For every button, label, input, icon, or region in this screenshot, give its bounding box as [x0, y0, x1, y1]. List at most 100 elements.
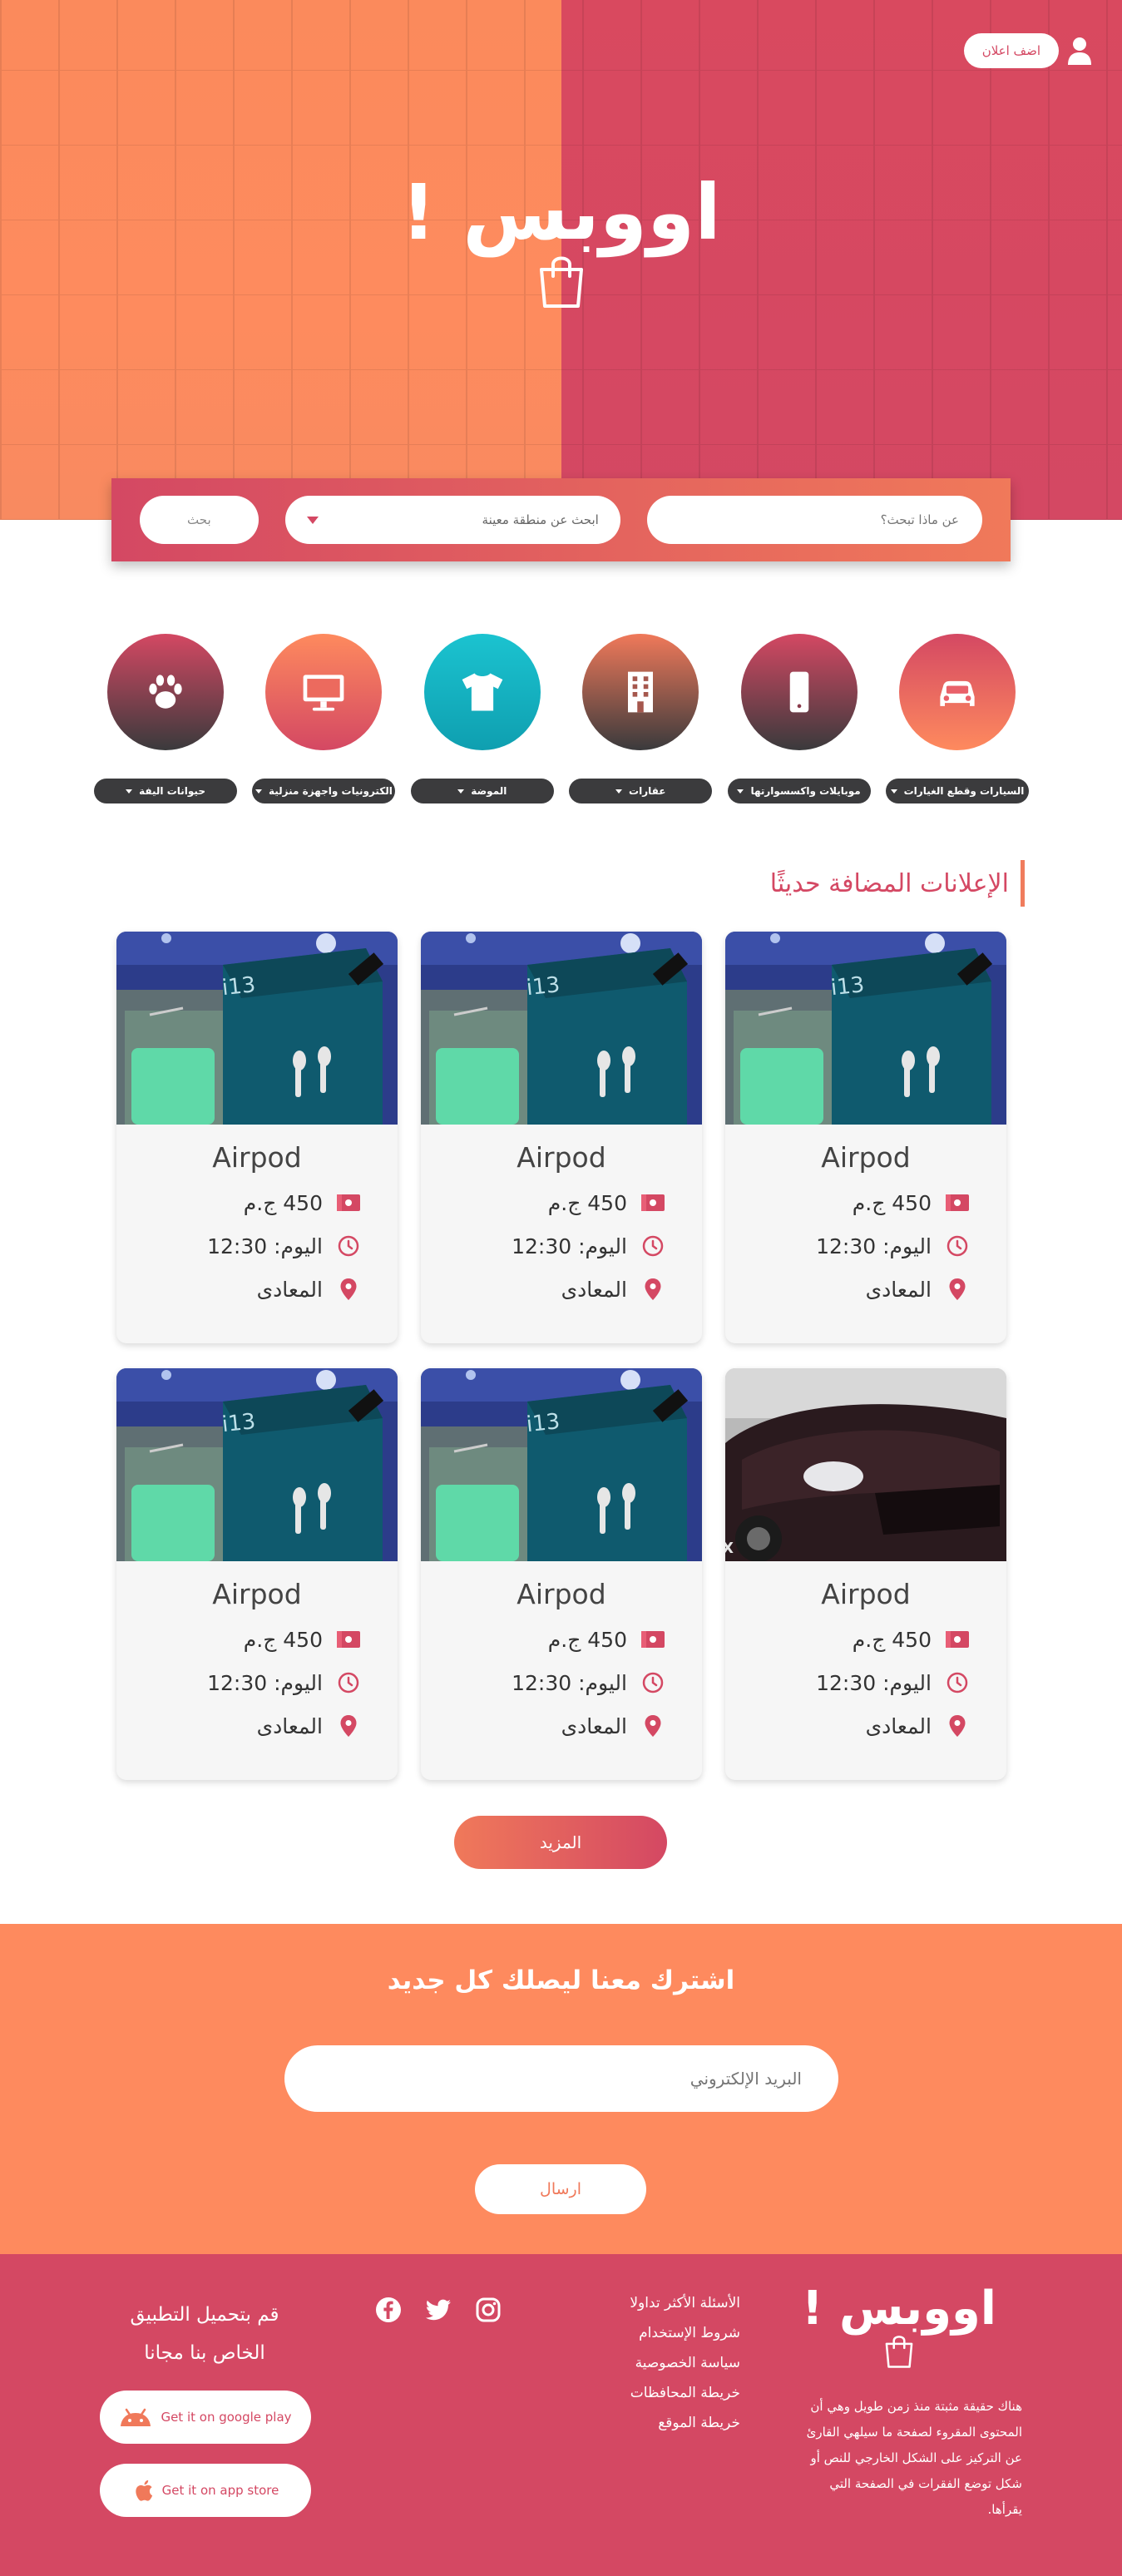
ad-image[interactable]: i13 [725, 932, 1006, 1125]
facebook-icon[interactable] [374, 2296, 403, 2324]
ad-image[interactable]: i13 [421, 932, 702, 1125]
ad-title: Airpod [212, 1141, 302, 1174]
category-pill[interactable]: السيارات وقطع الغيارات [886, 779, 1029, 803]
svg-text:i13: i13 [526, 1409, 561, 1437]
android-icon [121, 2408, 151, 2426]
chevron-down-icon [306, 516, 319, 524]
svg-text:i13: i13 [221, 972, 257, 1001]
paw-icon [149, 675, 182, 709]
add-ad-button[interactable]: اضف اعلان [963, 33, 1059, 68]
category-pill[interactable]: عقارات [569, 779, 713, 803]
clock-icon [945, 1234, 970, 1258]
category-fashion[interactable]: الموضة [410, 634, 554, 803]
money-icon [640, 1190, 665, 1215]
app-store-button[interactable]: Get it on app store [100, 2464, 311, 2517]
region-select[interactable]: ابحث عن منطقة معينة [284, 496, 620, 544]
building-icon [628, 671, 654, 713]
location-pin-icon [945, 1713, 970, 1738]
category-pets[interactable]: حيوانات اليفة [94, 634, 238, 803]
ad-price-row: 450 ج.م [421, 1625, 702, 1654]
ad-price-row: 450 ج.م [725, 1625, 1006, 1654]
ad-time: اليوم: 12:30 [816, 1234, 932, 1258]
category-circle[interactable] [265, 634, 383, 750]
newsletter-section: اشترك معنا ليصلك كل جديد ارسال [0, 1924, 1122, 2254]
ad-price: 450 ج.م [852, 1190, 932, 1215]
ad-location: المعادى [256, 1713, 323, 1738]
ad-card[interactable]: i13 Airpod 450 ج.م اليوم: 12:30 المعادى [421, 1368, 702, 1780]
ad-card[interactable]: i13 Airpod 450 ج.م اليوم: 12:30 المعادى [116, 932, 398, 1343]
category-label: السيارات وقطع الغيارات [903, 785, 1025, 797]
category-circle[interactable] [582, 634, 699, 750]
money-icon [336, 1627, 361, 1652]
more-button[interactable]: المزيد [454, 1816, 667, 1869]
ad-card[interactable]: i13 Airpod 450 ج.م اليوم: 12:30 المعادى [116, 1368, 398, 1780]
footer-logo[interactable]: اووبس ! [799, 2286, 999, 2369]
ad-location-row: المعادى [725, 1712, 1006, 1740]
ad-time: اليوم: 12:30 [207, 1670, 323, 1695]
email-field[interactable] [284, 2045, 838, 2112]
footer-link-privacy[interactable]: سياسة الخصوصية [630, 2352, 740, 2374]
category-pill[interactable]: موبايلات واكسسوارتها [727, 779, 871, 803]
svg-text:i13: i13 [830, 972, 866, 1001]
ad-time-row: اليوم: 12:30 [116, 1232, 398, 1260]
location-pin-icon [945, 1277, 970, 1302]
ad-price: 450 ج.م [243, 1627, 323, 1652]
search-input[interactable] [646, 496, 982, 544]
footer-link-governorates-map[interactable]: خريطة المحافظات [630, 2382, 740, 2404]
instagram-icon[interactable] [474, 2296, 502, 2324]
shopping-bag-icon [885, 2336, 913, 2368]
tshirt-icon [462, 673, 503, 711]
category-pill[interactable]: الموضة [410, 779, 554, 803]
footer-link-terms[interactable]: شروط الإستخدام [630, 2322, 740, 2344]
chevron-down-icon [255, 789, 262, 794]
ad-price: 450 ج.م [852, 1627, 932, 1652]
footer-about: هناك حقيقة مثبتة منذ زمن طويل وهي أن الم… [806, 2399, 1022, 2517]
category-pill[interactable]: حيوانات اليفة [94, 779, 238, 803]
search-button[interactable]: بحث [140, 496, 259, 544]
ad-location-row: المعادى [116, 1275, 398, 1303]
footer-link-faq[interactable]: الأسئلة الأكثر تداولا [630, 2292, 740, 2314]
footer-link-sitemap[interactable]: خريطة الموقع [630, 2412, 740, 2434]
user-icon[interactable] [1067, 37, 1092, 65]
newsletter-submit-button[interactable]: ارسال [475, 2164, 646, 2214]
ad-image[interactable]: i13 [116, 1368, 398, 1561]
category-circle[interactable] [423, 634, 541, 750]
category-circle[interactable] [107, 634, 225, 750]
ad-card[interactable]: OLX Airpod 450 ج.م اليوم: 12:30 المعادى [725, 1368, 1006, 1780]
twitter-icon[interactable] [424, 2296, 452, 2324]
app-download-text: قم بتحميل التطبيق الخاص بنا مجانا [96, 2296, 313, 2372]
ad-price: 450 ج.م [547, 1190, 627, 1215]
ad-card[interactable]: i13 Airpod 450 ج.م اليوم: 12:30 المعادى [421, 932, 702, 1343]
ad-image[interactable]: i13 [421, 1368, 702, 1561]
ad-location: المعادى [256, 1277, 323, 1302]
ad-price-row: 450 ج.م [116, 1189, 398, 1217]
ad-image[interactable]: i13 [116, 932, 398, 1125]
category-real-estate[interactable]: عقارات [569, 634, 713, 803]
ad-time-row: اليوم: 12:30 [421, 1669, 702, 1697]
ad-image[interactable]: OLX [725, 1368, 1006, 1561]
google-play-button[interactable]: Get it on google play [100, 2391, 311, 2444]
location-pin-icon [336, 1277, 361, 1302]
ads-grid: i13 Airpod 450 ج.م اليوم: 12:30 المعادى i13 Ai… [116, 932, 1006, 1780]
clock-icon [640, 1234, 665, 1258]
category-pill[interactable]: الكترونيات واجهزة منزلية [252, 779, 396, 803]
category-electronics[interactable]: الكترونيات واجهزة منزلية [252, 634, 396, 803]
category-mobiles[interactable]: موبايلات واكسسوارتها [727, 634, 871, 803]
category-cars[interactable]: السيارات وقطع الغيارات [886, 634, 1029, 803]
clock-icon [336, 1670, 361, 1695]
ad-price: 450 ج.م [243, 1190, 323, 1215]
ad-price-row: 450 ج.م [725, 1189, 1006, 1217]
app-store-label: Get it on app store [161, 2483, 279, 2498]
ad-location: المعادى [561, 1713, 627, 1738]
category-circle[interactable] [740, 634, 858, 750]
clock-icon [945, 1670, 970, 1695]
category-circle[interactable] [899, 634, 1016, 750]
ad-time: اليوم: 12:30 [816, 1670, 932, 1695]
money-icon [945, 1627, 970, 1652]
footer: اووبس ! هناك حقيقة مثبتة منذ زمن طويل وه… [0, 2254, 1122, 2576]
ad-card[interactable]: i13 Airpod 450 ج.م اليوم: 12:30 المعادى [725, 932, 1006, 1343]
ad-title: Airpod [821, 1141, 911, 1174]
hero-logo-text: اووبس ! [401, 168, 721, 257]
mobile-icon [789, 671, 808, 713]
ad-location: المعادى [865, 1713, 932, 1738]
